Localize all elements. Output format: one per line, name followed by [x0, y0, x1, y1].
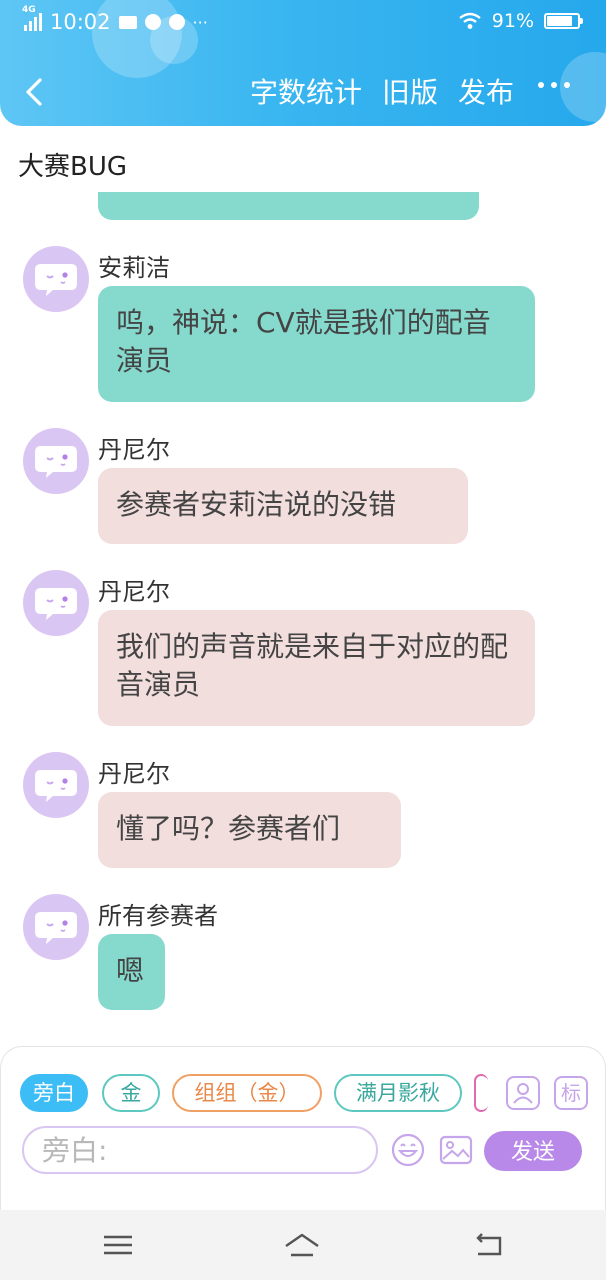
browser-icon: [144, 14, 161, 30]
chevron-left-icon: [26, 78, 42, 106]
message-bubble[interactable]: 嗯: [98, 934, 165, 1010]
back-button[interactable]: [14, 70, 54, 114]
message-bubble[interactable]: 懂了吗？参赛者们: [98, 792, 401, 868]
sender-name: 丹尼尔: [98, 578, 170, 606]
battery-icon: [544, 13, 583, 29]
clock: 10:02: [50, 10, 111, 34]
character-icon[interactable]: [506, 1076, 540, 1110]
dot-icon: [564, 82, 570, 88]
person-icon: [513, 1083, 533, 1104]
role-chip-narrator[interactable]: 旁白: [20, 1074, 88, 1112]
publish-button[interactable]: 发布: [458, 74, 514, 112]
network-type: 4G: [22, 5, 36, 15]
battery-level: [547, 16, 573, 26]
system-nav-bar: [0, 1210, 606, 1280]
sender-name: 丹尼尔: [98, 436, 170, 464]
chat-bubble-avatar-icon: [35, 264, 77, 296]
wifi-icon: [459, 12, 481, 29]
avatar[interactable]: [23, 246, 89, 312]
home-icon[interactable]: [284, 1230, 320, 1260]
message-bubble[interactable]: 我们的声音就是来自于对应的配音演员: [98, 610, 535, 726]
sender-name: 丹尼尔: [98, 760, 170, 788]
chat-bubble-avatar-icon: [35, 912, 77, 944]
role-chip-partial[interactable]: [474, 1074, 488, 1112]
message-input[interactable]: [22, 1126, 378, 1174]
avatar[interactable]: [23, 428, 89, 494]
word-count-button[interactable]: 字数统计: [250, 74, 362, 112]
message-bubble[interactable]: 参赛者安莉洁说的没错: [98, 468, 468, 544]
more-notifications: ···: [192, 12, 208, 32]
dot-icon: [538, 82, 544, 88]
image-icon[interactable]: [438, 1132, 474, 1168]
mail-icon: [118, 15, 137, 29]
sender-name: 所有参赛者: [98, 902, 218, 930]
avatar[interactable]: [23, 894, 89, 960]
wechat-icon: [168, 14, 185, 30]
emoji-icon[interactable]: [390, 1132, 426, 1168]
send-button[interactable]: 发送: [484, 1131, 582, 1171]
status-bar: 4G 10:02 ··· 91%: [0, 0, 606, 46]
chat-bubble-avatar-icon: [35, 446, 77, 478]
toolbar: 字数统计 旧版 发布: [0, 60, 606, 126]
tag-button[interactable]: 标: [554, 1076, 588, 1110]
more-menu-button[interactable]: [538, 82, 570, 88]
dot-icon: [551, 82, 557, 88]
avatar[interactable]: [23, 752, 89, 818]
cellular-signal-icon: 4G: [22, 5, 42, 31]
chat-title: 大赛BUG: [18, 152, 128, 182]
sender-name: 安莉洁: [98, 254, 170, 282]
back-nav-icon[interactable]: [470, 1230, 506, 1260]
role-chip-group[interactable]: 组组（金）: [172, 1074, 322, 1112]
chat-bubble-avatar-icon: [35, 588, 77, 620]
role-chip-gold[interactable]: 金: [102, 1074, 160, 1112]
avatar[interactable]: [23, 570, 89, 636]
message-bubble[interactable]: 呜，神说：CV就是我们的配音演员: [98, 286, 535, 402]
old-version-button[interactable]: 旧版: [382, 74, 438, 112]
menu-icon[interactable]: [100, 1230, 136, 1260]
previous-message-bubble: [98, 192, 479, 220]
role-chip-moon[interactable]: 满月影秋: [334, 1074, 462, 1112]
battery-percent: 91%: [491, 10, 534, 32]
app-header: 4G 10:02 ··· 91% 字数统计 旧版 发布: [0, 0, 606, 126]
chat-bubble-avatar-icon: [35, 770, 77, 802]
